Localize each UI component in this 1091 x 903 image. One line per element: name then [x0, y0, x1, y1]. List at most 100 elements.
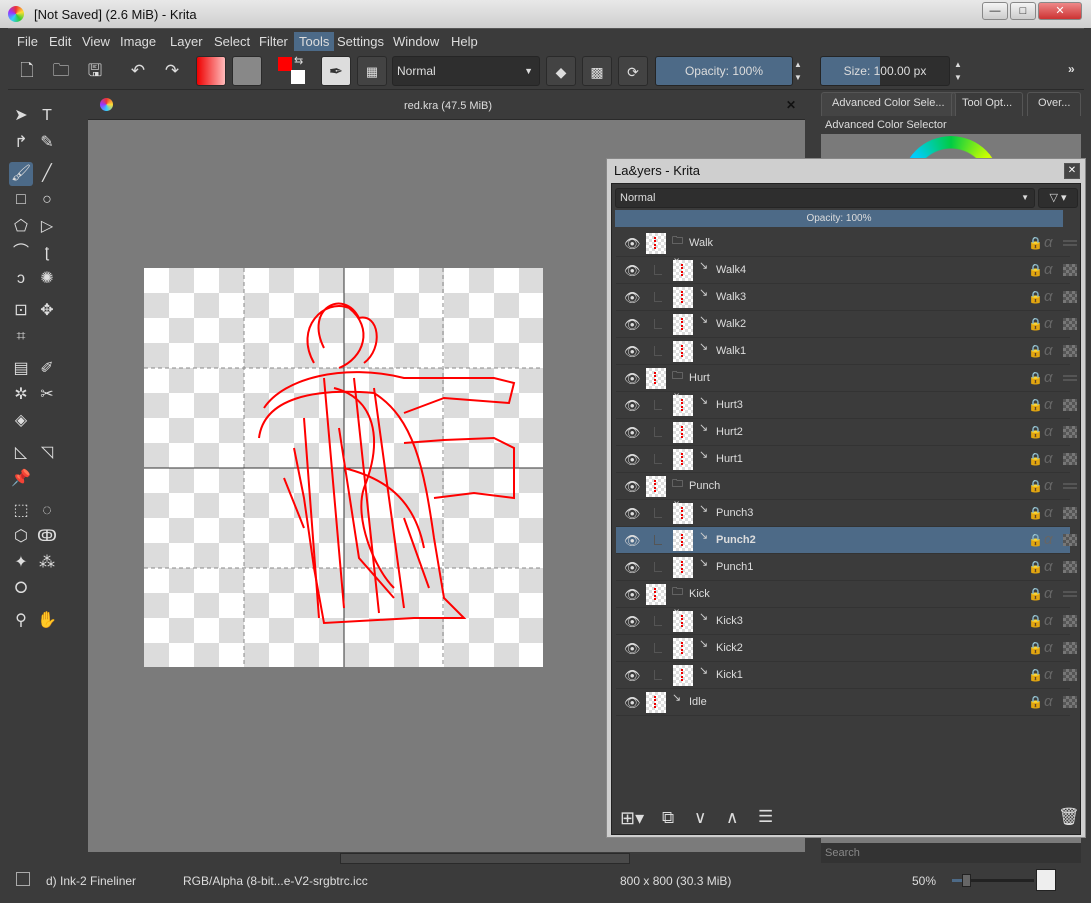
layer-row-walk[interactable]: 👁 🗀 ⌄ Walk 🔒 α — [616, 230, 1077, 264]
freehand-path-icon[interactable]: ʈ — [35, 241, 59, 265]
crop-tool-icon[interactable]: ⌗ — [9, 325, 33, 349]
move-layer-up-icon[interactable]: ∧ — [726, 808, 738, 828]
layer-name[interactable]: Kick2 — [716, 642, 743, 654]
layer-row-kick3[interactable]: 👁 ↘ Kick3 🔒 α — [616, 608, 1077, 635]
visibility-eye-icon[interactable]: 👁 — [624, 533, 641, 548]
lock-open-icon[interactable]: 🔒 — [1028, 587, 1043, 601]
undo-icon[interactable]: ↶ — [123, 56, 153, 86]
open-document-icon[interactable]: 🗀 — [46, 56, 76, 86]
pattern-preset-button[interactable] — [232, 56, 262, 86]
move-tool-icon[interactable]: ✥ — [35, 299, 59, 323]
foreground-color-swatch[interactable] — [278, 57, 292, 71]
lock-closed-icon[interactable]: 🔒 — [1028, 452, 1043, 466]
layer-name[interactable]: Walk4 — [716, 264, 746, 276]
lock-open-icon[interactable]: 🔒 — [1028, 641, 1043, 655]
text-tool-icon[interactable]: T — [35, 104, 59, 128]
opacity-spin-icon[interactable]: ▲ ▼ — [794, 58, 802, 84]
alpha-lock-icon[interactable]: α — [1044, 612, 1053, 629]
layer-row-hurt1[interactable]: 👁 ↘ Hurt1 🔒 α — [616, 446, 1077, 473]
paint-layer-icon[interactable]: ↘ — [699, 259, 708, 272]
paint-layer-icon[interactable]: ↘ — [699, 610, 708, 623]
blend-mode-select[interactable]: Normal ▼ — [392, 56, 540, 86]
paint-layer-icon[interactable]: ↘ — [699, 637, 708, 650]
alpha-lock-icon[interactable]: α — [1044, 423, 1053, 440]
layer-row-idle[interactable]: 👁 ↘ Idle 🔒 α — [616, 689, 1077, 716]
calligraphy-icon[interactable]: ✎ — [35, 131, 59, 155]
lock-open-icon[interactable]: 🔒 — [1028, 479, 1043, 493]
menu-tools[interactable]: Tools — [294, 32, 335, 51]
visibility-eye-icon[interactable]: 👁 — [624, 452, 641, 467]
menu-window[interactable]: Window — [388, 32, 444, 51]
zoom-tool-icon[interactable]: ⚲ — [9, 609, 33, 633]
alpha-lock-icon[interactable]: α — [1044, 288, 1053, 305]
visibility-eye-icon[interactable]: 👁 — [624, 263, 641, 278]
paint-layer-icon[interactable]: ↘ — [699, 313, 708, 326]
search-input[interactable]: Search — [821, 843, 1081, 863]
paint-layer-icon[interactable]: ↘ — [699, 502, 708, 515]
layer-row-walk3[interactable]: 👁 ↘ Walk3 🔒 α — [616, 284, 1077, 311]
alpha-lock-icon[interactable]: α — [1044, 450, 1053, 467]
fill-tool-icon[interactable]: ✂ — [35, 383, 59, 407]
visibility-eye-icon[interactable]: 👁 — [624, 317, 641, 332]
freehand-select-icon[interactable]: ↂ — [35, 525, 59, 549]
reload-preset-icon[interactable]: ⟳ — [618, 56, 648, 86]
paint-layer-icon[interactable]: ↘ — [699, 448, 708, 461]
alpha-lock-icon[interactable]: α — [1044, 342, 1053, 359]
layer-row-kick[interactable]: 👁 🗀 ⌄ Kick 🔒 α — [616, 581, 1077, 615]
bezier-select-icon[interactable]: ⭘ — [9, 577, 33, 601]
bezier-tool-icon[interactable]: ⌒ — [9, 241, 33, 265]
alpha-lock-icon[interactable]: α — [1044, 531, 1053, 548]
new-document-icon[interactable]: 🗋 — [12, 56, 42, 86]
layer-blend-mode-select[interactable]: Normal ▼ — [615, 188, 1035, 208]
pan-tool-icon[interactable]: ✋ — [35, 609, 59, 633]
inherit-alpha-icon[interactable] — [1063, 669, 1077, 681]
layer-name[interactable]: Hurt2 — [716, 426, 743, 438]
layer-row-walk4[interactable]: 👁 ↘ Walk4 🔒 α — [616, 257, 1077, 284]
tab-advanced-color-selector[interactable]: Advanced Color Sele... — [821, 92, 956, 116]
inherit-alpha-icon[interactable] — [1063, 561, 1077, 573]
horizontal-scrollbar[interactable] — [88, 852, 805, 865]
visibility-eye-icon[interactable]: 👁 — [624, 641, 641, 656]
alpha-lock-icon[interactable]: α — [1044, 369, 1053, 386]
polyline-tool-icon[interactable]: ▷ — [35, 215, 59, 239]
layer-opacity-slider[interactable]: Opacity: 100% — [615, 210, 1063, 227]
alpha-lock-icon[interactable]: α — [1044, 477, 1053, 494]
visibility-eye-icon[interactable]: 👁 — [624, 290, 641, 305]
layer-row-punch2[interactable]: 👁 ↘ Punch2 🔒 α — [616, 527, 1077, 554]
close-button[interactable]: ✕ — [1038, 2, 1082, 20]
line-tool-icon[interactable]: ╱ — [35, 162, 59, 186]
visibility-eye-icon[interactable]: 👁 — [624, 695, 641, 710]
lock-closed-icon[interactable]: 🔒 — [1028, 668, 1043, 682]
zoom-slider-handle[interactable] — [962, 874, 972, 887]
inherit-alpha-icon[interactable] — [1063, 696, 1077, 708]
alpha-lock-icon[interactable]: α — [1044, 234, 1053, 251]
alpha-lock-icon[interactable]: α — [1044, 261, 1053, 278]
paint-layer-icon[interactable]: ↘ — [672, 691, 681, 704]
inherit-alpha-icon[interactable] — [1063, 318, 1077, 330]
preserve-alpha-icon[interactable]: ▩ — [582, 56, 612, 86]
toolbar-overflow-button[interactable]: » — [1068, 62, 1075, 76]
save-icon[interactable]: 🖫 — [80, 56, 110, 86]
layer-name[interactable]: Kick — [689, 588, 710, 600]
layer-filter-button[interactable]: ▽ ▾ — [1038, 188, 1078, 208]
layer-name[interactable]: Walk2 — [716, 318, 746, 330]
layer-row-punch1[interactable]: 👁 ↘ Punch1 🔒 α — [616, 554, 1077, 581]
color-picker-icon[interactable]: ✐ — [35, 357, 59, 381]
tab-overview[interactable]: Over... — [1027, 92, 1082, 116]
document-tab-title[interactable]: red.kra (47.5 MiB) — [404, 100, 492, 112]
size-slider[interactable]: Size: 100.00 px — [820, 56, 950, 86]
dynamic-brush-icon[interactable]: ↄ — [9, 267, 33, 291]
assistant-tool-icon[interactable]: ◹ — [35, 441, 59, 465]
canvas-only-toggle[interactable] — [1036, 869, 1056, 891]
background-color-swatch[interactable] — [291, 70, 305, 84]
maximize-button[interactable]: □ — [1010, 2, 1036, 20]
close-document-button[interactable]: ✕ — [786, 98, 796, 112]
menu-edit[interactable]: Edit — [44, 32, 76, 51]
lock-open-icon[interactable]: 🔒 — [1028, 263, 1043, 277]
freehand-brush-icon[interactable]: 🖌 — [9, 162, 33, 186]
inherit-alpha-icon[interactable] — [1063, 426, 1077, 438]
layer-row-walk2[interactable]: 👁 ↘ Walk2 🔒 α — [616, 311, 1077, 338]
paint-layer-icon[interactable]: ↘ — [699, 529, 708, 542]
layer-name[interactable]: Hurt — [689, 372, 710, 384]
minimize-button[interactable]: — — [982, 2, 1008, 20]
